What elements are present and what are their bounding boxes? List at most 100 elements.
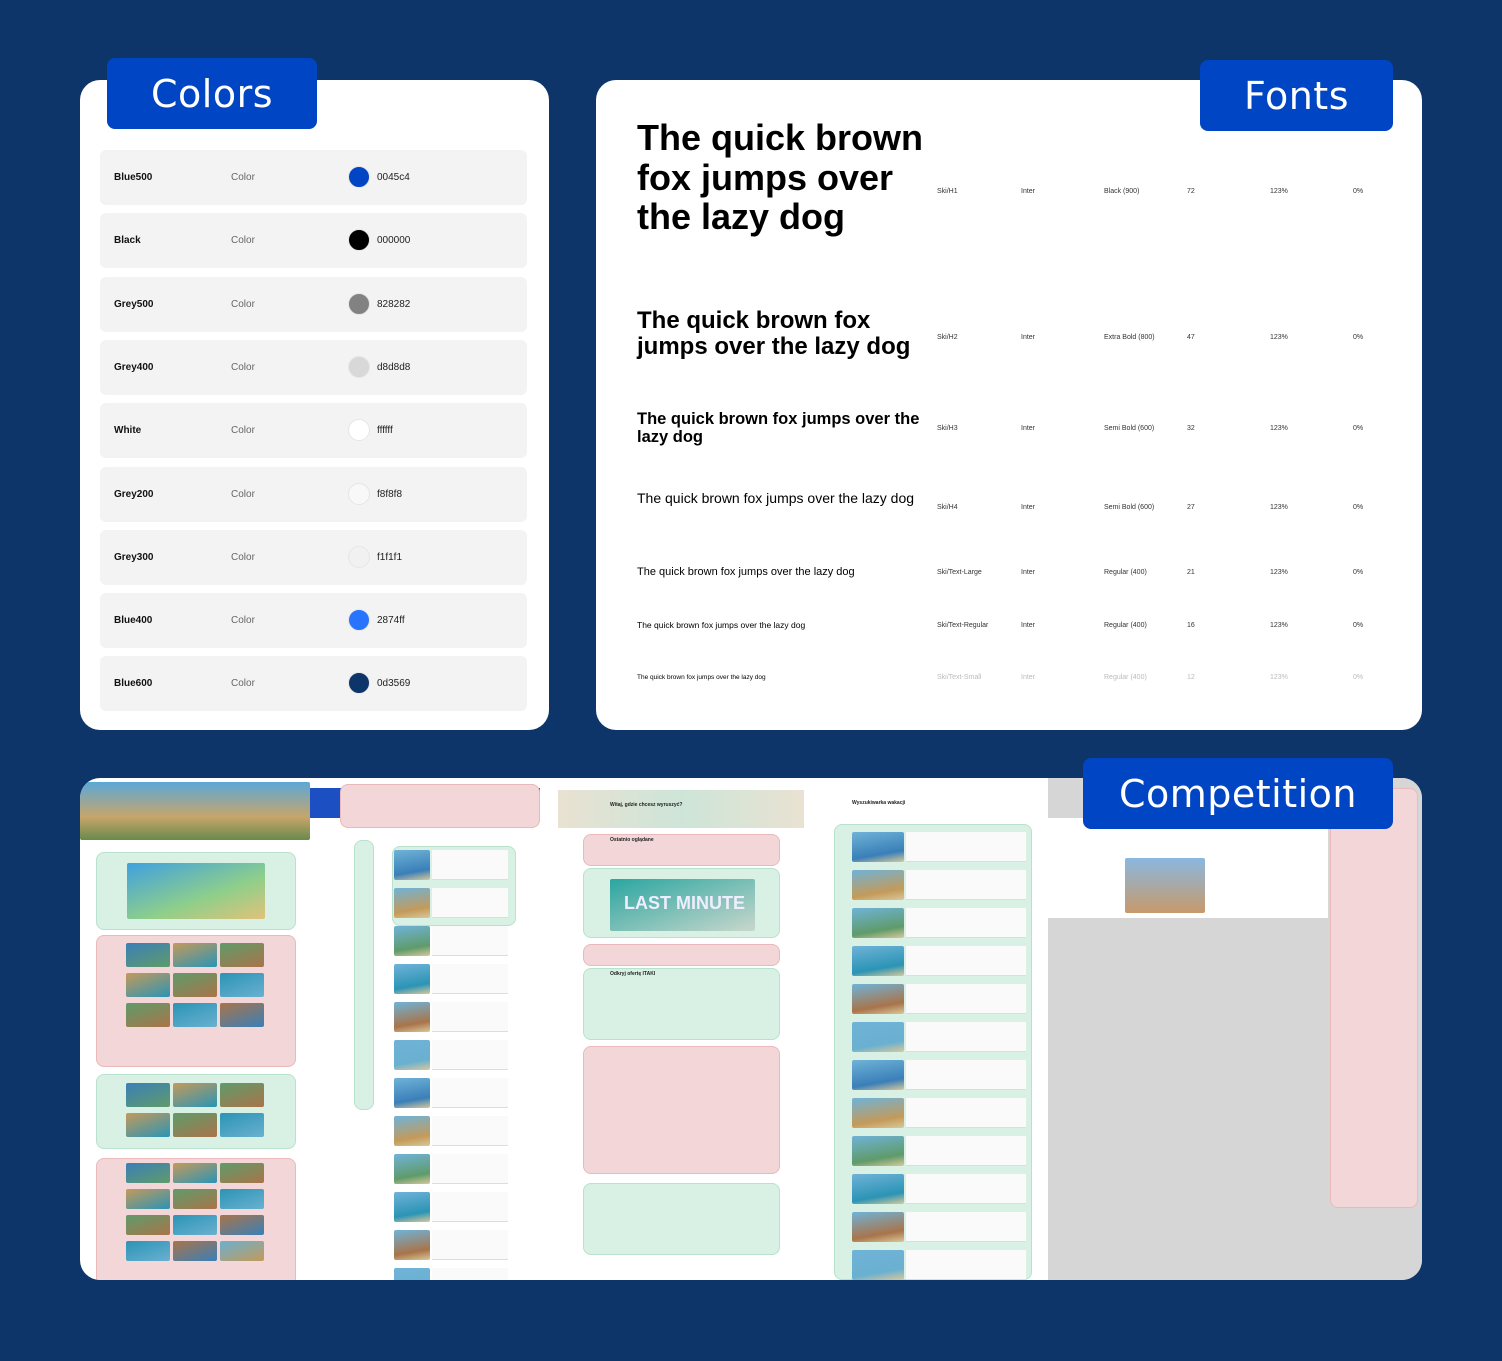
color-type: Color xyxy=(231,615,255,627)
result-card xyxy=(906,1250,1026,1280)
thumbnail-image xyxy=(220,1215,264,1235)
result-thumbnail xyxy=(394,926,430,956)
result-thumbnail xyxy=(852,1174,904,1204)
result-thumbnail xyxy=(852,1022,904,1052)
color-name: Grey200 xyxy=(114,488,154,500)
font-letter-spacing: 0% xyxy=(1353,504,1364,511)
result-card xyxy=(906,1060,1026,1090)
font-size: 16 xyxy=(1187,622,1195,629)
color-hex: f1f1f1 xyxy=(377,551,403,563)
font-sample: The quick brown fox jumps over the lazy … xyxy=(637,490,915,506)
fonts-tab-label: Fonts xyxy=(1200,60,1393,131)
color-type: Color xyxy=(231,298,255,310)
font-family: Inter xyxy=(1021,622,1036,629)
color-type: Color xyxy=(231,551,255,563)
result-card xyxy=(906,1022,1026,1052)
result-card xyxy=(906,1098,1026,1128)
color-type: Color xyxy=(231,678,255,690)
color-type: Color xyxy=(231,361,255,373)
color-name: Grey400 xyxy=(114,361,154,373)
result-thumbnail xyxy=(394,1002,430,1032)
font-family: Inter xyxy=(1021,188,1036,195)
font-letter-spacing: 0% xyxy=(1353,569,1364,576)
result-thumbnail xyxy=(852,908,904,938)
result-card xyxy=(906,1136,1026,1166)
font-line-height: 123% xyxy=(1270,622,1288,629)
thumbnail-image xyxy=(173,943,217,967)
font-line-height: 123% xyxy=(1270,569,1288,576)
color-hex: 828282 xyxy=(377,298,411,310)
result-card xyxy=(432,1078,508,1108)
competitor-page-4: Wyszukiwarka wakacji xyxy=(834,778,1034,1280)
competition-panel: Witaj, gdzie chcesz wyruszyć? Ostatnio o… xyxy=(80,778,1422,1280)
font-weight: Semi Bold (600) xyxy=(1104,504,1155,511)
color-hex: 0045c4 xyxy=(377,172,410,183)
thumbnail-image xyxy=(220,973,264,997)
competitor-page-3: Witaj, gdzie chcesz wyruszyć? Ostatnio o… xyxy=(558,778,806,1280)
font-line-height: 123% xyxy=(1270,504,1288,511)
font-weight: Regular (400) xyxy=(1104,622,1147,629)
result-card xyxy=(432,1230,508,1260)
color-swatch xyxy=(348,355,370,378)
result-card xyxy=(906,908,1026,938)
competition-tab-label: Competition xyxy=(1083,758,1393,829)
result-card xyxy=(432,1116,508,1146)
color-row: Black Color 000000 xyxy=(100,213,527,269)
color-hex: f8f8f8 xyxy=(377,488,403,500)
color-name: Grey300 xyxy=(114,551,154,563)
color-row: Grey500 Color 828282 xyxy=(100,276,527,332)
result-thumbnail xyxy=(394,1268,430,1280)
result-thumbnail xyxy=(852,832,904,862)
result-card xyxy=(432,926,508,956)
result-thumbnail xyxy=(394,1078,430,1108)
result-thumbnail xyxy=(852,984,904,1014)
thumbnail-image xyxy=(126,973,170,997)
thumbnail-image xyxy=(220,1003,264,1027)
result-card xyxy=(906,946,1026,976)
color-name: Grey500 xyxy=(114,298,154,310)
result-thumbnail xyxy=(394,850,430,880)
color-row: Grey400 Color d8d8d8 xyxy=(100,339,527,395)
color-name: Blue500 xyxy=(114,172,153,183)
thumbnail-image xyxy=(173,973,217,997)
result-card xyxy=(432,1040,508,1070)
font-size: 47 xyxy=(1187,334,1195,341)
font-sample: The quick brown fox jumps over the lazy … xyxy=(637,307,911,361)
result-thumbnail xyxy=(852,1060,904,1090)
font-style: Ski/H1 xyxy=(937,188,958,195)
section xyxy=(96,852,296,930)
result-thumbnail xyxy=(394,888,430,918)
color-hex: ffffff xyxy=(377,425,393,437)
color-swatch xyxy=(348,166,370,188)
font-family: Inter xyxy=(1021,674,1036,681)
color-row: Grey200 Color f8f8f8 xyxy=(100,466,527,522)
thumbnail-image xyxy=(173,1113,217,1137)
font-style: Ski/H4 xyxy=(937,504,958,511)
font-weight: Regular (400) xyxy=(1104,674,1147,681)
color-name: White xyxy=(114,425,142,437)
thumbnail-image xyxy=(220,1083,264,1107)
result-card xyxy=(432,1192,508,1222)
color-row: White Color ffffff xyxy=(100,403,527,459)
result-card xyxy=(432,1002,508,1032)
color-name: Black xyxy=(114,235,141,247)
result-thumbnail xyxy=(394,964,430,994)
font-size: 21 xyxy=(1187,569,1195,576)
thumbnail-image xyxy=(173,1003,217,1027)
font-line-height: 123% xyxy=(1270,188,1288,195)
result-card xyxy=(432,888,508,918)
thumbnail-image xyxy=(126,1241,170,1261)
color-hex: 000000 xyxy=(377,235,411,247)
thumbnail-image xyxy=(220,1113,264,1137)
font-letter-spacing: 0% xyxy=(1353,622,1364,629)
thumbnail-image xyxy=(126,943,170,967)
font-style: Ski/H2 xyxy=(937,334,958,341)
color-swatch xyxy=(348,229,370,252)
competitor-page-5 xyxy=(1048,778,1422,1280)
result-thumbnail xyxy=(394,1230,430,1260)
color-row: Grey300 Color f1f1f1 xyxy=(100,529,527,585)
thumbnail-image xyxy=(173,1163,217,1183)
font-family: Inter xyxy=(1021,569,1036,576)
color-hex: 0d3569 xyxy=(377,678,411,690)
color-swatch xyxy=(348,672,370,695)
